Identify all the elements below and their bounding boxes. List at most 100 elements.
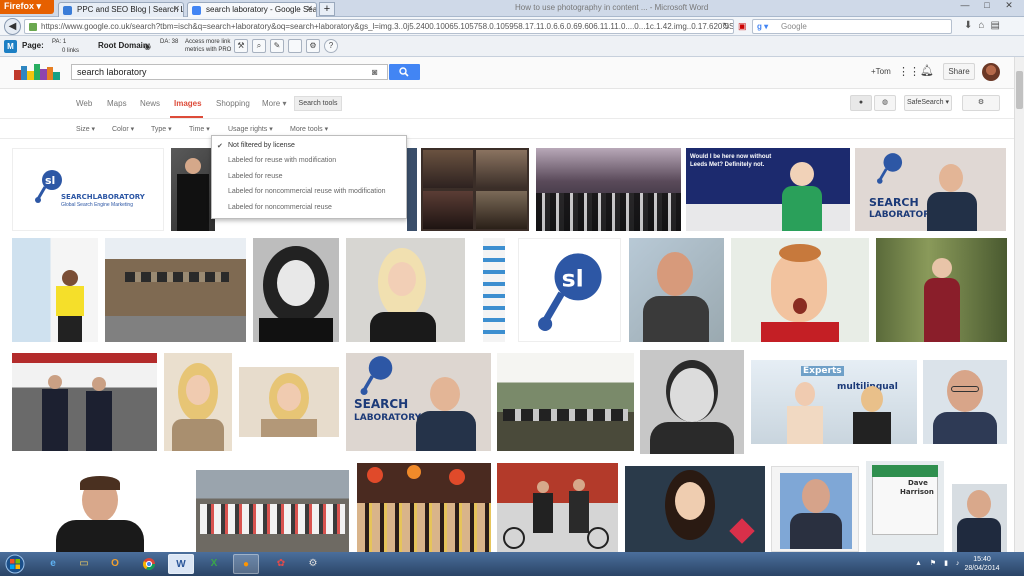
firefox-taskbar-icon[interactable]: ● (233, 554, 259, 574)
search-tools-button[interactable]: Search tools (294, 96, 342, 111)
paint-icon[interactable]: ✿ (268, 554, 294, 574)
excel-icon[interactable]: X (201, 554, 227, 574)
tab-shopping[interactable]: Shopping (216, 99, 250, 108)
image-result-man-glasses[interactable] (923, 360, 1007, 444)
download-icon[interactable]: ⬇ (964, 20, 978, 31)
safesearch-button[interactable]: SafeSearch ▾ (904, 95, 952, 111)
usage-option-not-filtered[interactable]: Not filtered by license (228, 142, 295, 149)
image-result-collage[interactable] (421, 148, 529, 231)
image-result-blonde-2[interactable] (239, 367, 339, 437)
addon-icon[interactable]: ▣ (738, 21, 747, 32)
settings-gear-icon[interactable]: ⚙ (962, 95, 1000, 111)
image-result-dave-harrison-sign[interactable]: Dave Harrison (866, 461, 944, 552)
image-result-office[interactable] (497, 353, 634, 451)
usage-option-reuse-modification[interactable]: Labeled for reuse with modification (228, 157, 336, 164)
minimize-icon[interactable]: — (954, 0, 976, 10)
image-result-man-bw[interactable] (640, 350, 744, 454)
firefox-menu-button[interactable]: Firefox ▾ (0, 0, 54, 14)
reload-icon[interactable]: ↻ (722, 21, 730, 32)
outlook-icon[interactable]: O (102, 554, 128, 574)
browser-toolbar-icons[interactable]: ⬇⌂▤ (964, 20, 1006, 31)
tool-time[interactable]: Time ▾ (189, 125, 210, 133)
image-result[interactable] (171, 148, 215, 231)
avatar[interactable] (982, 63, 1000, 81)
pro-line-2[interactable]: metrics with PRO (185, 47, 231, 53)
tab-maps[interactable]: Maps (107, 99, 127, 108)
page-analysis-icon[interactable] (288, 39, 302, 53)
image-result-man-blue[interactable] (771, 466, 859, 552)
hide-personal-results-icon[interactable]: ◍ (874, 95, 896, 111)
image-result-leeds-met-banner[interactable]: Would I be here now without Leeds Met? D… (686, 148, 850, 231)
image-result-bikes[interactable] (497, 463, 618, 552)
image-result-group-photo[interactable] (536, 148, 681, 231)
internet-explorer-icon[interactable]: e (40, 554, 66, 574)
image-result-search-laboratory-man[interactable]: SEARCH LABORATORY (346, 353, 491, 451)
word-icon[interactable]: W (168, 554, 194, 574)
mozbar-logo-icon[interactable]: M (4, 40, 17, 53)
usage-option-noncommercial-modification[interactable]: Labeled for noncommercial reuse with mod… (228, 188, 386, 195)
magnifier-icon[interactable]: ⌕ (252, 39, 266, 53)
image-result-building[interactable] (105, 238, 246, 342)
page-scrollbar[interactable] (1014, 57, 1024, 552)
tab-web[interactable]: Web (76, 99, 92, 108)
menu-icon[interactable]: ▤ (990, 20, 1005, 31)
tab-google-search[interactable]: search laboratory - Google Search ✕ (187, 2, 317, 17)
image-result-home-alone[interactable] (731, 238, 869, 342)
window-controls[interactable]: — □ ✕ (954, 0, 1020, 11)
url-bar[interactable]: https://www.google.co.uk/search?tbm=isch… (24, 19, 734, 34)
image-result-blonde[interactable] (164, 353, 232, 451)
image-result-search-laboratory-person[interactable]: SEARCH LABORATORY (855, 148, 1006, 231)
image-result-man-small[interactable] (952, 484, 1007, 552)
back-arrow-icon[interactable]: ◀ (4, 18, 21, 35)
image-result-woman-portrait[interactable] (625, 466, 765, 552)
google-search-input[interactable]: search laboratory (71, 64, 388, 80)
apps-grid-icon[interactable]: ⋮⋮ (898, 65, 920, 78)
tool-type[interactable]: Type ▾ (151, 125, 172, 133)
image-result[interactable] (12, 238, 98, 342)
wrench-icon[interactable]: ⚒ (234, 39, 248, 53)
image-result-man-suit[interactable] (12, 474, 190, 552)
image-result-team-group[interactable] (196, 470, 349, 552)
tools-icon[interactable]: ⚙ (300, 554, 326, 574)
image-result-forest[interactable] (876, 238, 1007, 342)
notifications-bell-icon[interactable]: 🔔︎ (920, 64, 934, 77)
image-result-portrait-bw[interactable] (253, 238, 339, 342)
home-icon[interactable]: ⌂ (978, 20, 990, 31)
image-result[interactable] (483, 238, 505, 342)
help-icon[interactable]: ? (324, 39, 338, 53)
chrome-icon[interactable] (136, 554, 162, 574)
image-result-search-laboratory-logo[interactable]: sl SEARCHLABORATORY Global Search Engine… (12, 148, 164, 231)
usage-option-reuse[interactable]: Labeled for reuse (228, 173, 282, 180)
share-button[interactable]: Share (943, 63, 975, 80)
pro-line-1[interactable]: Access more link (185, 39, 230, 45)
camera-search-icon[interactable]: ◙ (372, 67, 377, 77)
windows-start-icon[interactable] (4, 554, 26, 574)
system-clock[interactable]: 15:40 28/04/2014 (960, 555, 1004, 573)
scrollbar-thumb[interactable] (1016, 71, 1023, 109)
close-window-icon[interactable]: ✕ (998, 0, 1020, 11)
system-tray[interactable]: ▲ ⚑ ▮ ♪ (915, 559, 962, 567)
image-result-blonde-portrait[interactable] (346, 238, 465, 342)
image-result-experts-banner[interactable]: Experts multilingual (751, 360, 917, 444)
browser-search-box[interactable]: g ▾ Google (752, 19, 952, 34)
image-result[interactable] (407, 148, 417, 231)
personal-results-icon[interactable]: ● (850, 95, 872, 111)
file-explorer-icon[interactable]: ▭ (71, 554, 97, 574)
image-result-sl-logo[interactable]: sl (518, 238, 621, 342)
tab-more[interactable]: More ▾ (262, 99, 286, 108)
plus-user-link[interactable]: +Tom (871, 67, 891, 76)
new-tab-button[interactable]: + (319, 2, 335, 16)
tab-ppc-blog[interactable]: PPC and SEO Blog | Search Laborator... ✕ (58, 2, 184, 17)
highlighter-icon[interactable]: ✎ (270, 39, 284, 53)
image-result-lanterns-party[interactable] (357, 463, 491, 552)
google-doodle-logo[interactable] (14, 64, 60, 80)
settings-icon[interactable]: ⚙ (306, 39, 320, 53)
tool-usage-rights[interactable]: Usage rights ▾ (228, 125, 273, 133)
maximize-icon[interactable]: □ (976, 0, 998, 10)
tool-color[interactable]: Color ▾ (112, 125, 134, 133)
image-result-man-portrait[interactable] (629, 238, 724, 342)
root-domain-dropdown-icon[interactable]: ◉ (144, 42, 151, 51)
image-result-event[interactable] (12, 353, 157, 451)
tool-size[interactable]: Size ▾ (76, 125, 95, 133)
close-tab-icon[interactable]: ✕ (173, 4, 180, 13)
